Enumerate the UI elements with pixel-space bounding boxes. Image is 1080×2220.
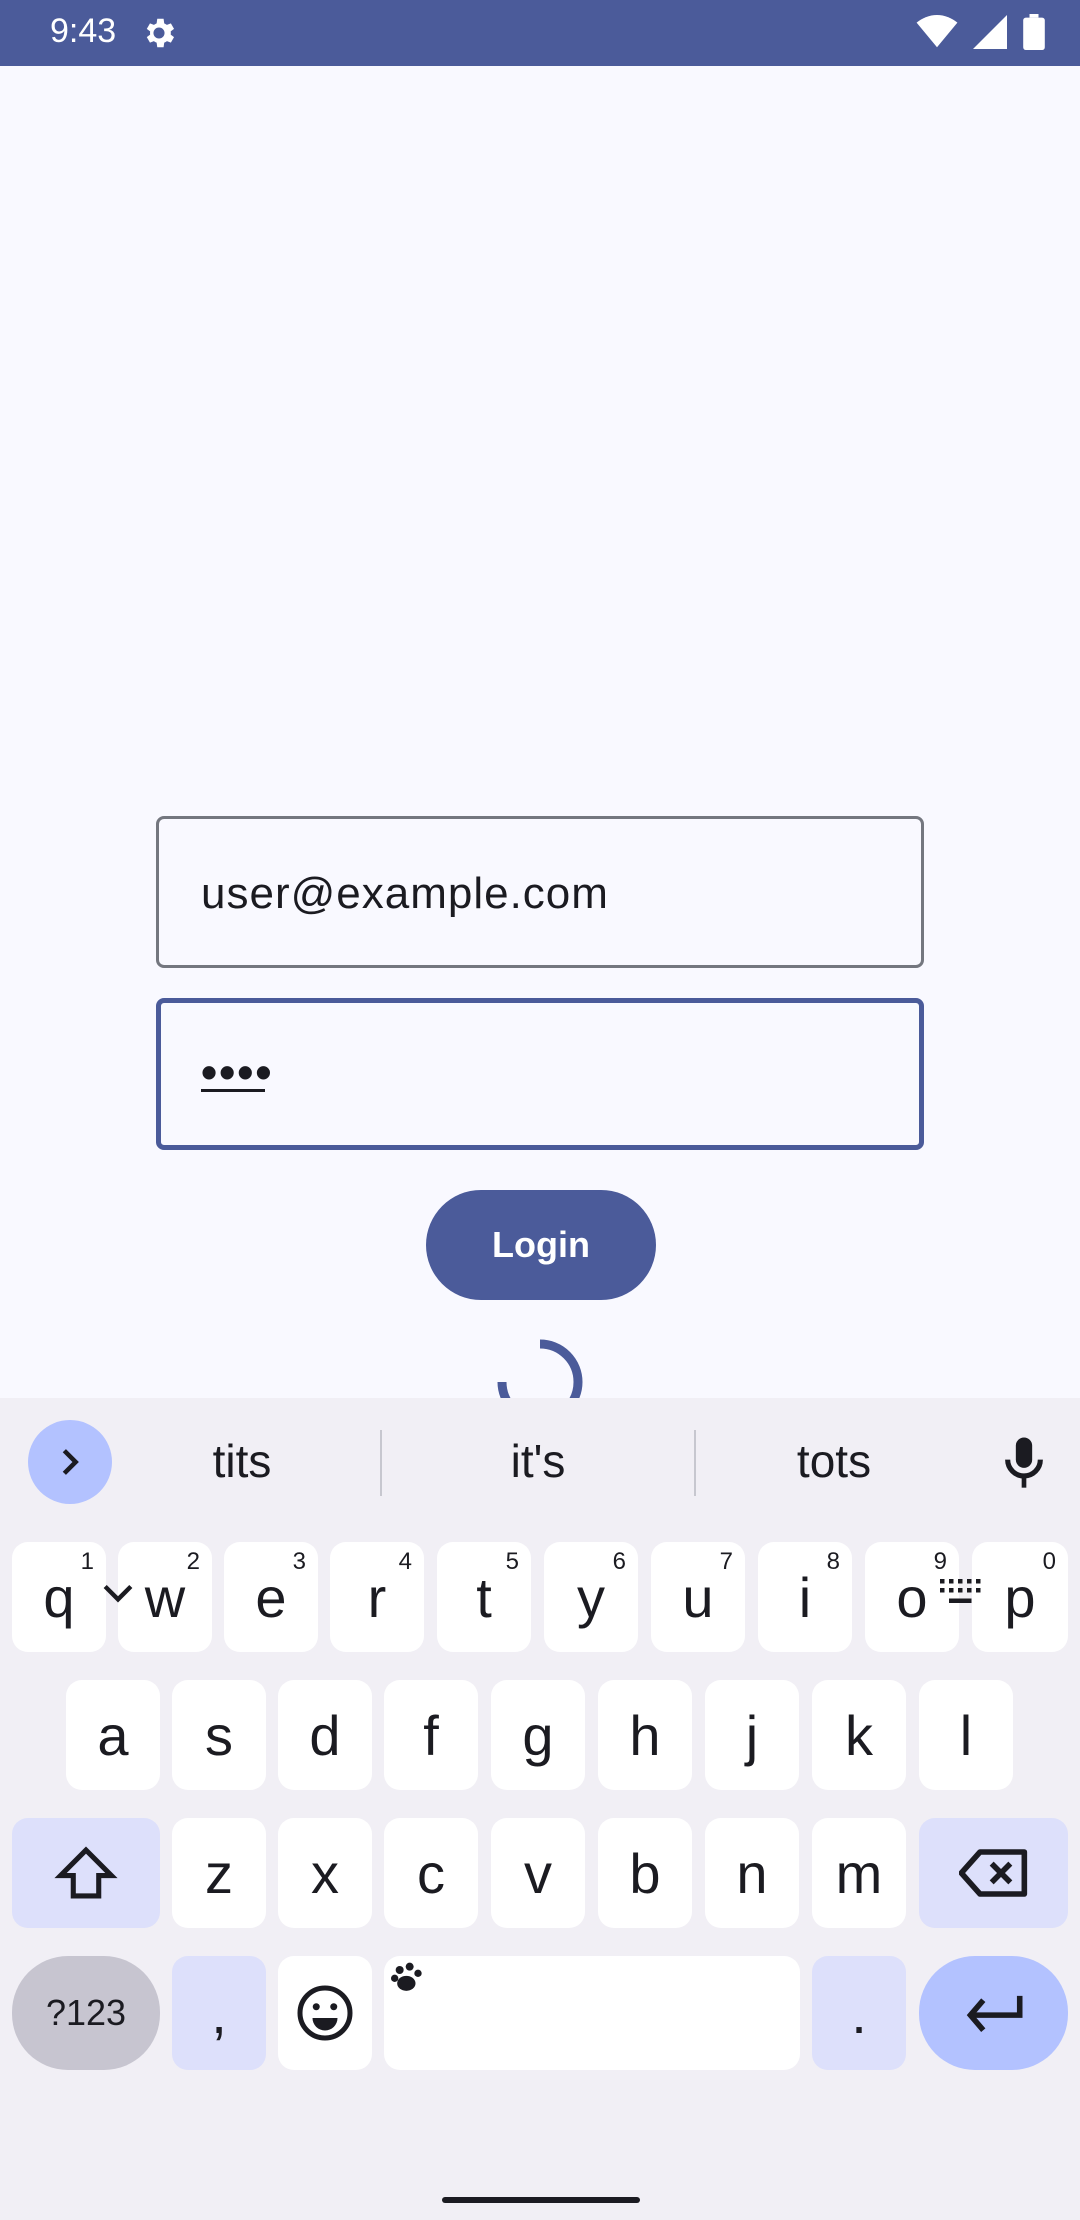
signal-icon (973, 15, 1007, 49)
key-r[interactable]: r4 (330, 1542, 424, 1652)
paw-icon (391, 1962, 422, 1991)
key-c[interactable]: c (384, 1818, 478, 1928)
login-button[interactable]: Login (426, 1190, 656, 1300)
backspace-icon (958, 1849, 1027, 1897)
status-bar: 9:43 (0, 0, 1080, 66)
email-field[interactable]: user@example.com (156, 816, 924, 968)
key-n[interactable]: n (705, 1818, 799, 1928)
key-l[interactable]: l (919, 1680, 1013, 1790)
keyboard-switch-icon[interactable] (938, 1576, 984, 1606)
key-m[interactable]: m (812, 1818, 906, 1928)
emoji-key[interactable] (278, 1956, 372, 2070)
hide-keyboard-icon[interactable] (96, 1570, 140, 1614)
email-value: user@example.com (201, 869, 609, 918)
suggestion-2[interactable]: it's (388, 1434, 688, 1488)
key-g[interactable]: g (491, 1680, 585, 1790)
wifi-icon (916, 15, 958, 48)
backspace-key[interactable] (919, 1818, 1068, 1928)
key-h[interactable]: h (598, 1680, 692, 1790)
comma-key[interactable]: , (172, 1956, 266, 2070)
key-k[interactable]: k (812, 1680, 906, 1790)
space-key[interactable] (384, 1956, 800, 2070)
suggestion-1[interactable]: tits (92, 1434, 392, 1488)
chevron-right-icon (62, 1449, 79, 1475)
gear-icon (146, 18, 175, 48)
key-x[interactable]: x (278, 1818, 372, 1928)
key-u[interactable]: u7 (651, 1542, 745, 1652)
home-gesture-bar[interactable] (442, 2197, 640, 2203)
key-y[interactable]: y6 (544, 1542, 638, 1652)
key-e[interactable]: e3 (224, 1542, 318, 1652)
shift-key[interactable] (12, 1818, 160, 1928)
password-field[interactable]: •••• (156, 998, 924, 1150)
suggestion-divider (380, 1430, 382, 1496)
enter-key[interactable] (919, 1956, 1068, 2070)
key-b[interactable]: b (598, 1818, 692, 1928)
status-time: 9:43 (50, 12, 117, 50)
key-z[interactable]: z (172, 1818, 266, 1928)
composing-underline (201, 1089, 265, 1092)
emoji-icon (297, 1985, 353, 2041)
period-key[interactable]: . (812, 1956, 906, 2070)
key-a[interactable]: a (66, 1680, 160, 1790)
symbols-key[interactable]: ?123 (12, 1956, 160, 2070)
status-indicators (916, 14, 1046, 50)
microphone-icon[interactable] (996, 1434, 1052, 1490)
key-s[interactable]: s (172, 1680, 266, 1790)
key-i[interactable]: i8 (758, 1542, 852, 1652)
battery-icon (1023, 14, 1045, 50)
soft-keyboard: tits it's tots q1 w2 e3 r4 t5 y6 u7 i8 o… (0, 1398, 1080, 2220)
key-f[interactable]: f (384, 1680, 478, 1790)
key-t[interactable]: t5 (437, 1542, 531, 1652)
login-screen: user@example.com •••• Login (0, 66, 1080, 1425)
suggestion-strip: tits it's tots (0, 1398, 1080, 1528)
key-j[interactable]: j (705, 1680, 799, 1790)
suggestion-3[interactable]: tots (684, 1434, 984, 1488)
key-v[interactable]: v (491, 1818, 585, 1928)
key-d[interactable]: d (278, 1680, 372, 1790)
shift-icon (54, 1846, 118, 1899)
key-q[interactable]: q1 (12, 1542, 106, 1652)
login-button-label: Login (492, 1224, 590, 1265)
enter-icon (966, 1995, 1022, 2032)
key-p[interactable]: p0 (972, 1542, 1068, 1652)
